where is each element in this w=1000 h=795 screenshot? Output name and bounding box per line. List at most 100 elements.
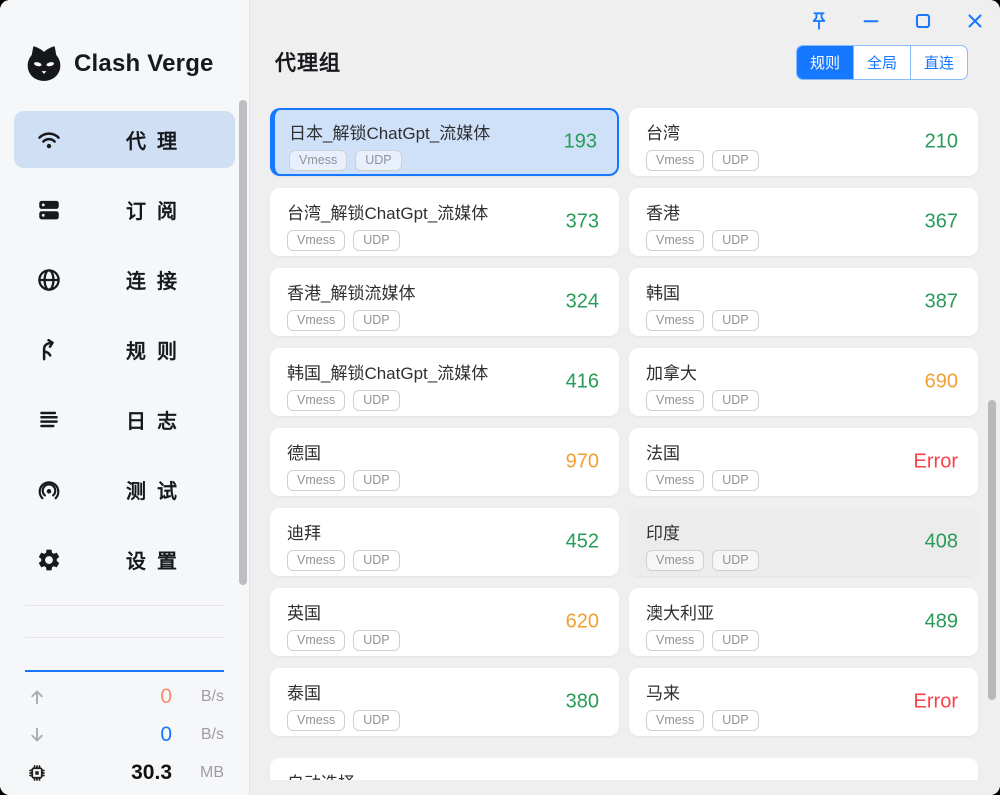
mode-tab-1[interactable]: 全局	[853, 46, 910, 79]
protocol-badge: Vmess	[287, 230, 345, 251]
proxy-name: 自动选择	[287, 769, 962, 780]
window-controls	[808, 10, 986, 32]
proxy-latency: 970	[566, 451, 599, 474]
sidebar-item-settings[interactable]: 设置	[14, 531, 235, 588]
proxy-latency: 193	[564, 131, 597, 154]
mode-tab-2[interactable]: 直连	[910, 46, 967, 79]
proxy-card[interactable]: 澳大利亚 VmessUDP 489	[629, 588, 978, 656]
protocol-badge: UDP	[712, 710, 758, 731]
proxy-latency: 489	[925, 611, 958, 634]
proxy-name: 台湾	[646, 119, 962, 144]
proxy-card[interactable]: 香港 VmessUDP 367	[629, 188, 978, 256]
proxy-tags: Vmess UDP	[287, 310, 603, 331]
proxy-latency: 690	[925, 371, 958, 394]
proxy-card[interactable]: 泰国 VmessUDP 380	[270, 668, 619, 736]
protocol-badge: UDP	[712, 150, 758, 171]
proxy-name: 加拿大	[646, 359, 962, 384]
proxy-name: 印度	[646, 519, 962, 544]
protocol-badge: UDP	[353, 550, 399, 571]
maximize-button[interactable]	[912, 10, 934, 32]
protocol-badge: Vmess	[646, 150, 704, 171]
wifi-icon	[36, 127, 62, 153]
test-icon	[36, 477, 62, 503]
main-scrollbar[interactable]	[988, 400, 996, 700]
proxy-card[interactable]: 香港_解锁流媒体 VmessUDP 324	[270, 268, 619, 336]
memory-usage-row: 30.3 MB	[0, 754, 249, 792]
sidebar-divider	[25, 605, 224, 606]
proxy-tags: VmessUDP	[287, 550, 603, 571]
proxy-tags: VmessUDP	[646, 390, 962, 411]
proxy-card[interactable]: 德国 VmessUDP 970	[270, 428, 619, 496]
proxy-card[interactable]: 印度 VmessUDP 408	[629, 508, 978, 576]
proxy-latency: 387	[925, 291, 958, 314]
close-button[interactable]	[964, 10, 986, 32]
logs-icon	[36, 407, 62, 433]
proxy-card[interactable]: 法国 VmessUDP Error	[629, 428, 978, 496]
proxy-tags: VmessUDP	[646, 550, 962, 571]
proxy-tags: VmessUDP	[646, 230, 962, 251]
sidebar-item-rules[interactable]: 规则	[14, 321, 235, 378]
sidebar-item-connections[interactable]: 连接	[14, 251, 235, 308]
proxy-card[interactable]: 日本_解锁ChatGpt_流媒体 VmessUDP 193	[270, 108, 619, 176]
proxy-name: 台湾_解锁ChatGpt_流媒体	[287, 199, 603, 224]
proxy-name: 日本_解锁ChatGpt_流媒体	[289, 119, 603, 144]
sidebar-item-logs[interactable]: 日志	[14, 391, 235, 448]
sidebar-item-profiles[interactable]: 订阅	[14, 181, 235, 238]
upload-speed-value: 0	[48, 685, 172, 709]
proxy-name: 英国	[287, 599, 603, 624]
proxy-latency: 416	[566, 371, 599, 394]
proxy-name: 韩国	[646, 279, 962, 304]
protocol-badge: Vmess	[646, 230, 704, 251]
protocol-badge: UDP	[353, 470, 399, 491]
proxy-card[interactable]: 韩国 VmessUDP 387	[629, 268, 978, 336]
proxy-name: 香港	[646, 199, 962, 224]
sidebar-item-test[interactable]: 测试	[14, 461, 235, 518]
proxy-card[interactable]: 迪拜 VmessUDP 452	[270, 508, 619, 576]
proxy-card[interactable]: 加拿大 VmessUDP 690	[629, 348, 978, 416]
download-speed-unit: B/s	[172, 726, 224, 744]
protocol-badge: UDP	[712, 550, 758, 571]
minimize-button[interactable]	[860, 10, 882, 32]
pin-button[interactable]	[808, 10, 830, 32]
proxy-card[interactable]: 台湾_解锁ChatGpt_流媒体 VmessUDP 373	[270, 188, 619, 256]
page-title: 代理组	[275, 47, 341, 77]
proxy-latency: 408	[925, 531, 958, 554]
proxy-card[interactable]: 英国 Vmess UDP 620	[270, 588, 619, 656]
protocol-badge: UDP	[353, 630, 399, 651]
minimize-icon	[860, 10, 882, 32]
proxy-card[interactable]: 韩国_解锁ChatGpt_流媒体 VmessUDP 416	[270, 348, 619, 416]
protocol-badge: Vmess	[287, 470, 345, 491]
proxy-latency: 324	[566, 291, 599, 314]
globe-icon	[36, 267, 62, 293]
protocol-badge: Vmess	[289, 150, 347, 171]
download-speed-value: 0	[48, 723, 172, 747]
sidebar-item-label: 设置	[126, 545, 188, 574]
main-header: 代理组 规则全局直连	[275, 44, 968, 80]
proxy-card[interactable]: 马来 VmessUDP Error	[629, 668, 978, 736]
sidebar-scrollbar[interactable]	[239, 100, 247, 585]
pin-icon	[808, 10, 830, 32]
protocol-badge: Vmess	[287, 630, 345, 651]
protocol-badge: UDP	[712, 470, 758, 491]
proxy-card[interactable]: 台湾 VmessUDP 210	[629, 108, 978, 176]
protocol-badge: UDP	[712, 390, 758, 411]
sidebar: Clash Verge 代理 订阅 连接 规则 日志 测试 设置 0 B/s	[0, 0, 250, 795]
upload-speed-unit: B/s	[172, 688, 224, 706]
proxy-tags: Vmess UDP	[646, 150, 962, 171]
mode-tab-group: 规则全局直连	[796, 45, 968, 80]
mode-tab-0[interactable]: 规则	[797, 46, 853, 79]
sidebar-item-proxies[interactable]: 代理	[14, 111, 235, 168]
app-logo: Clash Verge	[22, 42, 249, 86]
next-group-card-partial[interactable]: 自动选择	[270, 758, 978, 780]
close-icon	[964, 10, 986, 32]
protocol-badge: Vmess	[287, 710, 345, 731]
proxy-tags: VmessUDP	[287, 710, 603, 731]
protocol-badge: UDP	[353, 310, 399, 331]
proxy-tags: VmessUDP	[289, 150, 603, 171]
proxy-latency: 620	[566, 611, 599, 634]
proxy-name: 澳大利亚	[646, 599, 962, 624]
proxy-scroll-area: 日本_解锁ChatGpt_流媒体 VmessUDP 193 台湾 VmessUD…	[250, 80, 1000, 780]
protocol-badge: Vmess	[287, 310, 345, 331]
upload-speed-row: 0 B/s	[0, 678, 249, 716]
proxy-tags: Vmess UDP	[287, 470, 603, 491]
